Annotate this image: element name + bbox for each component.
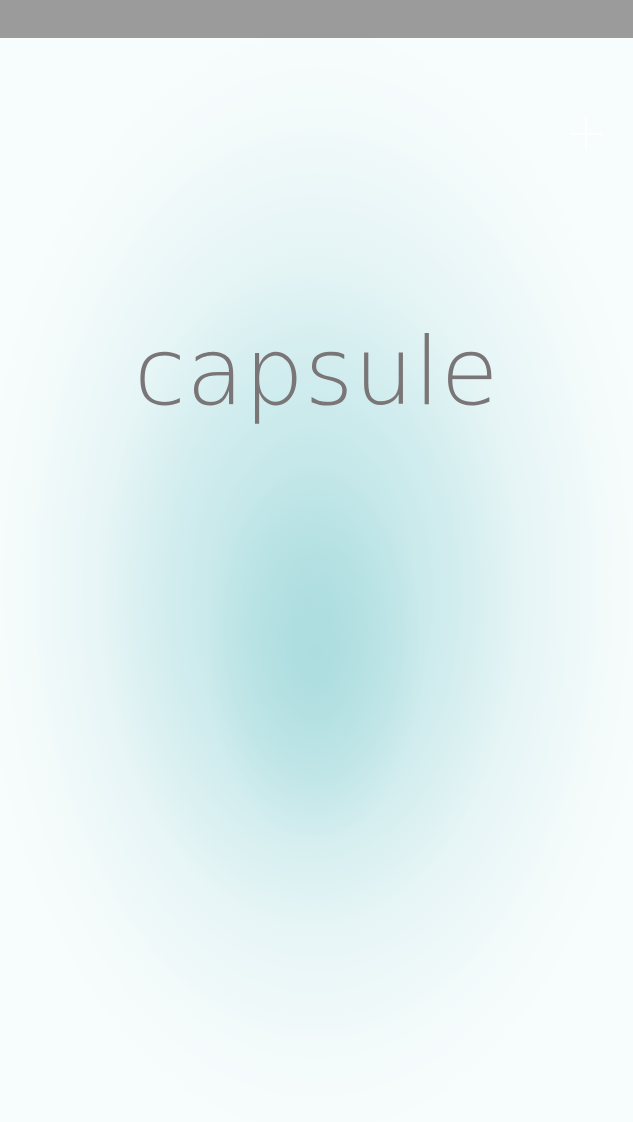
status-bar (0, 0, 633, 38)
plus-icon[interactable] (566, 114, 606, 154)
app-screen: capsule (0, 0, 633, 1122)
app-logo-text: capsule (134, 318, 499, 427)
main-content: capsule (0, 38, 633, 1122)
